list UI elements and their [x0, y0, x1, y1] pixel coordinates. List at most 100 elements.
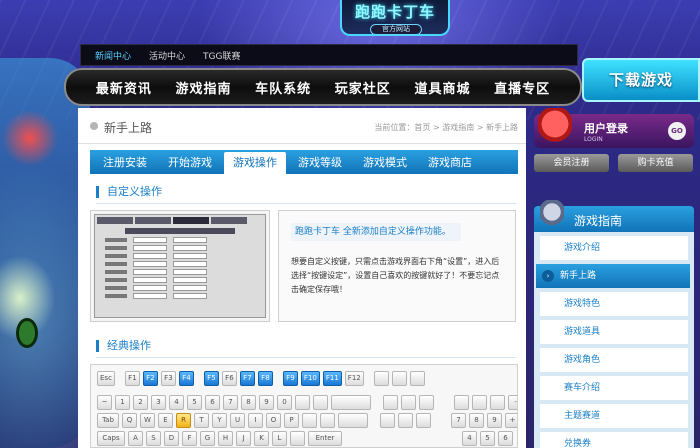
topnav-events[interactable]: 活动中心: [149, 49, 185, 62]
guide-item-label: 新手上路: [560, 271, 597, 281]
guide-item-intro[interactable]: 游戏介绍: [540, 236, 688, 260]
key: [338, 413, 368, 428]
settings-window-tabs: [95, 215, 265, 226]
section-divider: [96, 357, 516, 358]
tab-register[interactable]: 注册安装: [94, 152, 156, 174]
mainnav-guide[interactable]: 游戏指南: [175, 78, 231, 97]
mainnav-community[interactable]: 玩家社区: [335, 78, 391, 97]
keyboard-diagram: Esc F1 F2 F3 F4 F5 F6 F7 F8 F9 F10 F11 F…: [90, 364, 518, 448]
key: [383, 395, 398, 410]
tab-start[interactable]: 开始游戏: [159, 152, 221, 174]
key: 8: [469, 413, 484, 428]
page-title: 新手上路: [104, 121, 153, 135]
topnav-tgg[interactable]: TGG联赛: [203, 49, 240, 62]
key: 9: [487, 413, 502, 428]
mainnav-news[interactable]: 最新资讯: [96, 78, 152, 97]
key-highlighted: F2: [142, 371, 158, 386]
key: [320, 413, 335, 428]
key: F6: [221, 371, 237, 386]
key: Caps: [97, 431, 125, 446]
key: F12: [344, 371, 364, 386]
mainnav-shop[interactable]: 道具商城: [414, 78, 470, 97]
settings-window-bar: [125, 228, 235, 234]
download-game-button[interactable]: 下载游戏: [582, 58, 700, 102]
key: G: [200, 431, 215, 446]
key: 6: [205, 395, 220, 410]
key-highlighted: F4: [178, 371, 194, 386]
key: H: [218, 431, 233, 446]
settings-window-image: [94, 214, 266, 318]
key: S: [146, 431, 161, 446]
key: 4: [169, 395, 184, 410]
info-text: 想要自定义按键，只需点击游戏界面右下角“设置”，进入后选择“按键设定”，设置自己…: [291, 257, 500, 294]
login-go-button[interactable]: GO: [668, 122, 686, 140]
key: Tab: [97, 413, 119, 428]
login-subtitle: LOGIN: [584, 136, 603, 143]
key: P: [284, 413, 299, 428]
key: L: [272, 431, 287, 446]
section-divider: [96, 203, 516, 204]
guide-item-coupons[interactable]: 兑换券: [540, 432, 688, 448]
key: 0: [277, 395, 292, 410]
key: F3: [160, 371, 176, 386]
mascot-illustration: [0, 58, 90, 448]
mainnav-live[interactable]: 直播专区: [494, 78, 550, 97]
key: [398, 413, 413, 428]
tab-controls[interactable]: 游戏操作: [224, 152, 286, 174]
key: [490, 395, 505, 410]
guide-item-tracks[interactable]: 主题赛道: [540, 404, 688, 428]
key: J: [236, 431, 251, 446]
key: 7: [451, 413, 466, 428]
keyboard-row-function: Esc F1 F2 F3 F4 F5 F6 F7 F8 F9 F10 F11 F…: [97, 371, 428, 387]
key: [454, 395, 469, 410]
key: 2: [133, 395, 148, 410]
user-login-panel[interactable]: 用户登录 LOGIN GO: [534, 108, 694, 148]
buy-card-button[interactable]: 购卡充值: [618, 154, 693, 172]
custom-controls-info: 跑跑卡丁车 全新添加自定义操作功能。 想要自定义按键，只需点击游戏界面右下角“设…: [278, 210, 516, 322]
key: -: [508, 395, 517, 410]
key: 4: [462, 431, 477, 446]
login-avatar-icon: [538, 108, 572, 148]
mainnav-team[interactable]: 车队系统: [255, 78, 311, 97]
key-highlighted: F5: [203, 371, 219, 386]
key: 7: [223, 395, 238, 410]
key: [373, 371, 389, 386]
keyboard-row-home: Caps A S D F G H J K L Enter 4 5 6: [97, 431, 516, 447]
game-guide-header: 游戏指南: [534, 200, 694, 232]
key: [416, 413, 431, 428]
key: D: [164, 431, 179, 446]
main-nav: 最新资讯 游戏指南 车队系统 玩家社区 道具商城 直播专区: [64, 68, 582, 106]
tab-modes[interactable]: 游戏模式: [354, 152, 416, 174]
key: +: [505, 413, 517, 428]
key-highlighted: F11: [322, 371, 342, 386]
register-button[interactable]: 会员注册: [534, 154, 609, 172]
key: Y: [212, 413, 227, 428]
guide-item-karts[interactable]: 赛车介绍: [540, 376, 688, 400]
topnav-news[interactable]: 新闻中心: [95, 49, 131, 62]
guide-item-features[interactable]: 游戏特色: [540, 292, 688, 316]
key: Esc: [97, 371, 115, 386]
login-title: 用户登录: [584, 122, 628, 135]
guide-item-items[interactable]: 游戏道具: [540, 320, 688, 344]
key: I: [248, 413, 263, 428]
guide-item-beginner[interactable]: › 新手上路: [536, 264, 690, 288]
key: U: [230, 413, 245, 428]
key: 9: [259, 395, 274, 410]
key: [295, 395, 310, 410]
key: F: [182, 431, 197, 446]
mascot-eye: [16, 318, 38, 348]
key: [419, 395, 434, 410]
key: 6: [498, 431, 513, 446]
key: E: [158, 413, 173, 428]
key: [409, 371, 425, 386]
guide-character-icon: [540, 200, 564, 230]
key: 5: [480, 431, 495, 446]
keyboard-row-numbers: ~ 1 2 3 4 5 6 7 8 9 0 -: [97, 395, 517, 411]
page-header: 新手上路 当前位置：首页 > 游戏指南 > 新手上路: [78, 108, 526, 144]
key: [290, 431, 305, 446]
guide-item-characters[interactable]: 游戏角色: [540, 348, 688, 372]
tab-store[interactable]: 游戏商店: [419, 152, 481, 174]
tab-levels[interactable]: 游戏等级: [289, 152, 351, 174]
key-highlighted: R: [176, 413, 191, 428]
top-nav: 新闻中心 活动中心 TGG联赛: [80, 44, 578, 66]
